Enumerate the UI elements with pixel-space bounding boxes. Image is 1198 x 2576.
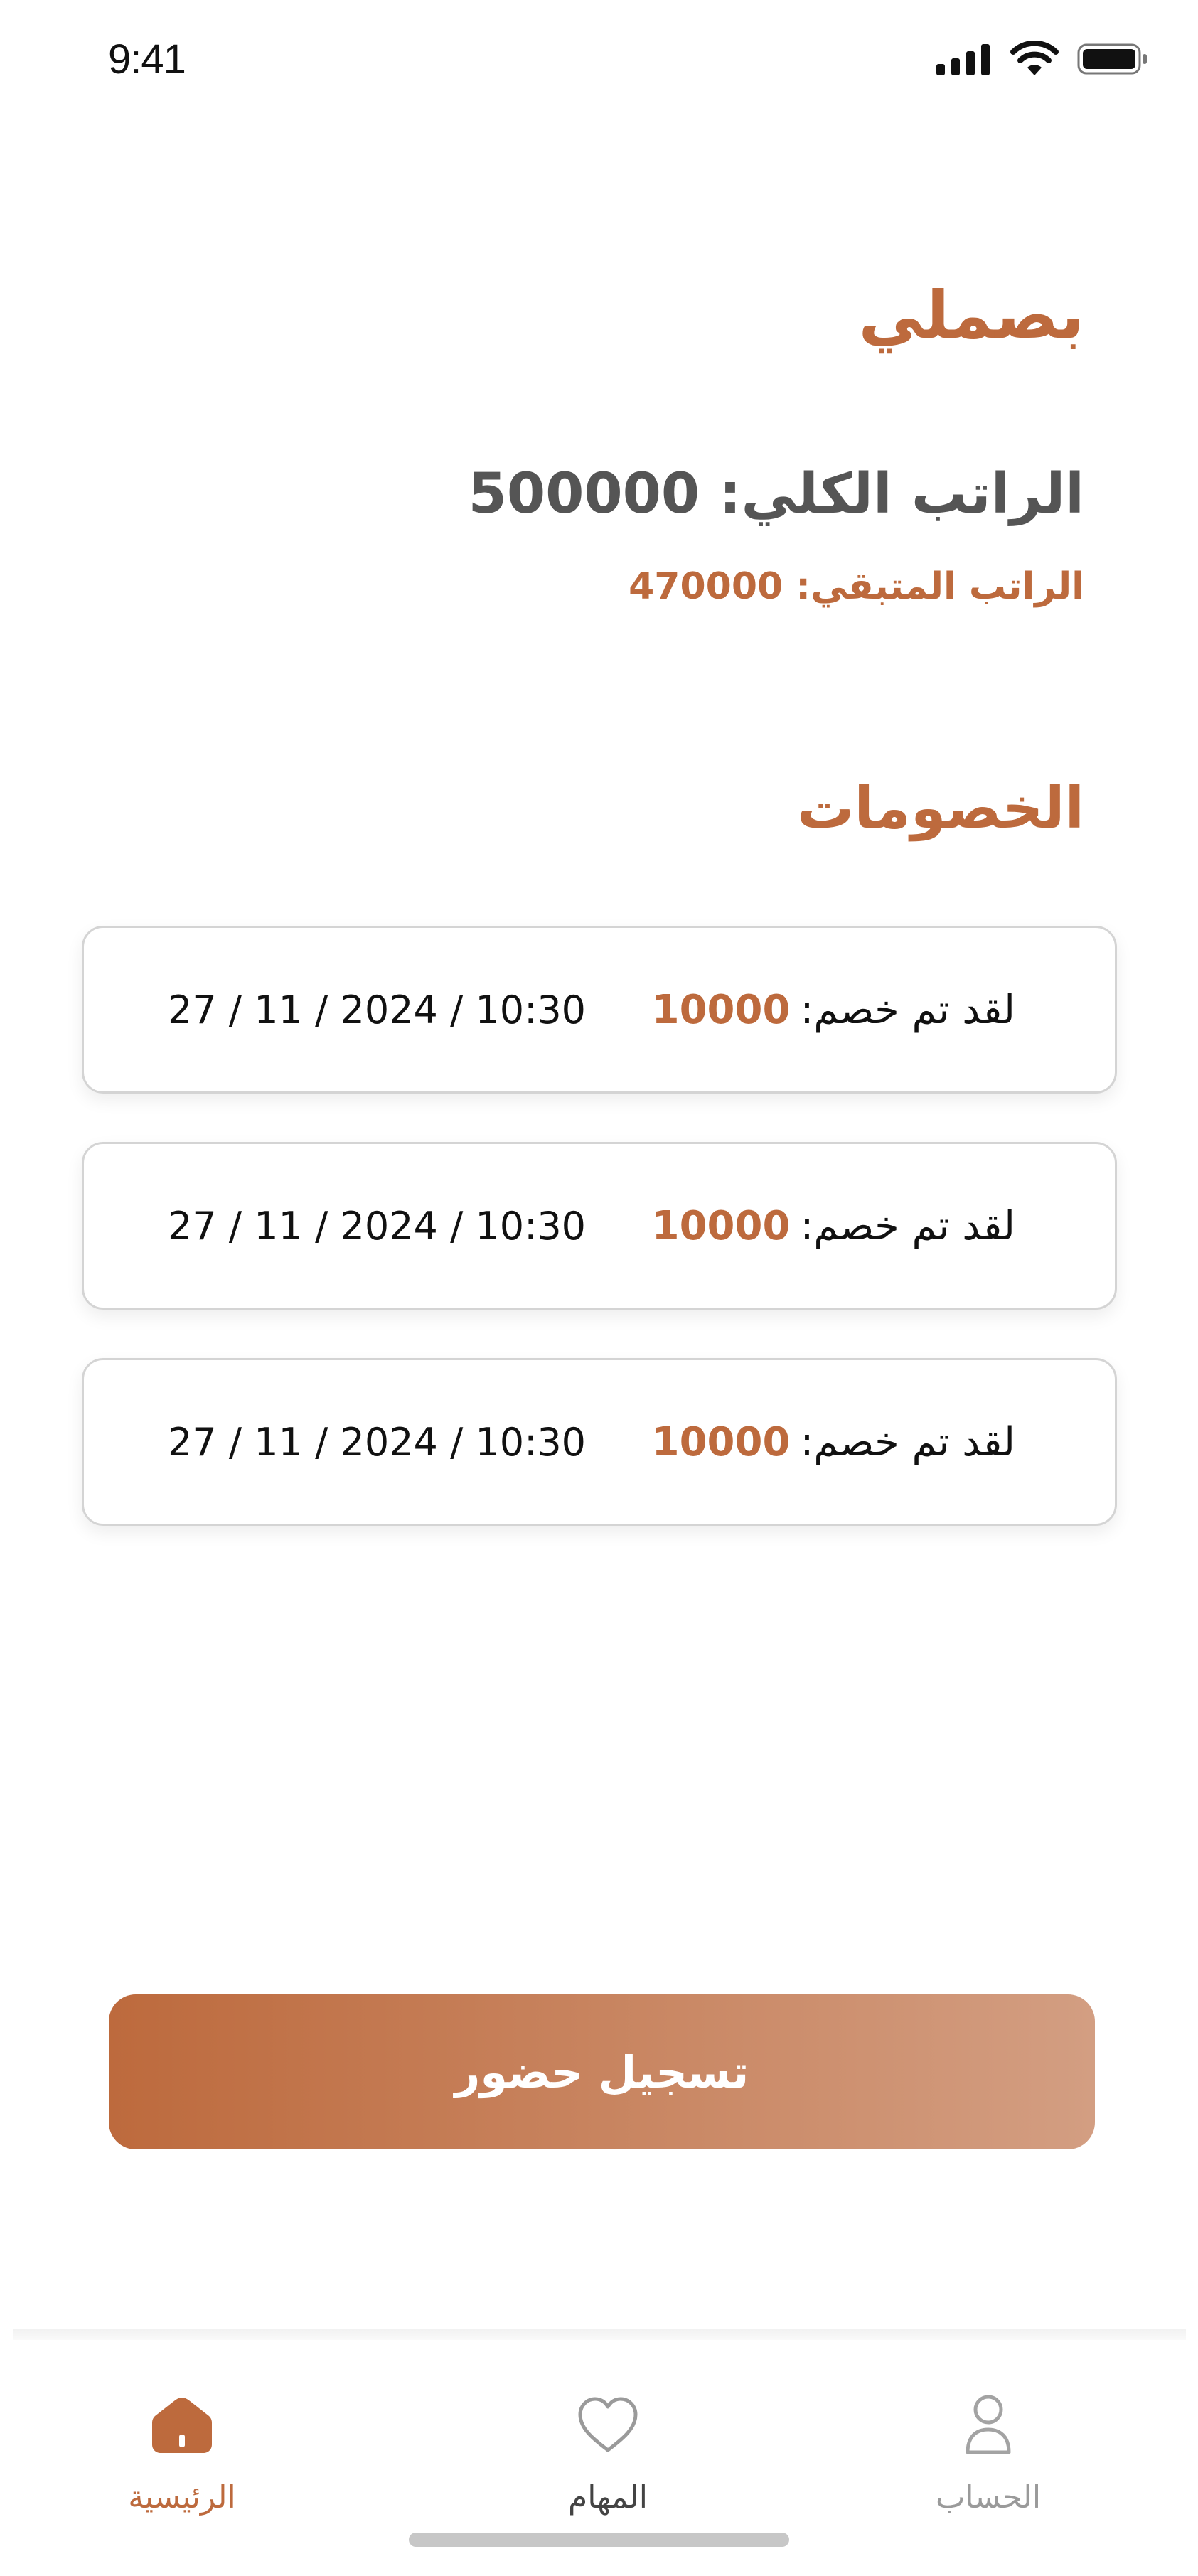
battery-icon — [1077, 43, 1147, 75]
deduction-card[interactable]: لقد تم خصم: 10000 27 / 11 / 2024 / 10:30 — [82, 926, 1117, 1094]
deduction-text: لقد تم خصم: 10000 — [652, 928, 1015, 1091]
deduction-text: لقد تم خصم: 10000 — [652, 1144, 1015, 1308]
signal-icon — [936, 44, 990, 75]
heart-icon — [576, 2385, 640, 2464]
deduction-date: 27 / 11 / 2024 / 10:30 — [168, 1419, 587, 1465]
total-salary: الراتب الكلي: 500000 — [468, 462, 1084, 526]
remaining-salary: الراتب المتبقي: 470000 — [629, 565, 1084, 608]
deduction-label: لقد تم خصم: — [800, 986, 1015, 1033]
tab-home[interactable]: الرئيسية — [54, 2385, 310, 2516]
deductions-list: لقد تم خصم: 10000 27 / 11 / 2024 / 10:30… — [82, 926, 1120, 1574]
status-time: 9:41 — [108, 36, 186, 82]
deduction-date: 27 / 11 / 2024 / 10:30 — [168, 987, 587, 1032]
tab-account-label: الحساب — [935, 2479, 1042, 2516]
tab-tasks[interactable]: المهام — [480, 2385, 736, 2516]
app-screen: 9:41 بصملي الراتب الكلي: 500000 الراتب ا… — [0, 0, 1198, 2576]
deduction-amount: 10000 — [651, 986, 791, 1033]
deduction-date: 27 / 11 / 2024 / 10:30 — [168, 1203, 587, 1249]
deduction-label: لقد تم خصم: — [800, 1202, 1015, 1249]
tab-bar-divider — [13, 2329, 1186, 2340]
tab-tasks-label: المهام — [568, 2479, 648, 2516]
deduction-label: لقد تم خصم: — [800, 1418, 1015, 1465]
attendance-button[interactable]: تسجيل حضور — [109, 1994, 1095, 2149]
user-icon — [963, 2385, 1013, 2464]
wifi-icon — [1010, 41, 1059, 75]
tab-account[interactable]: الحساب — [860, 2385, 1116, 2516]
deductions-title: الخصومات — [796, 775, 1084, 841]
deduction-card[interactable]: لقد تم خصم: 10000 27 / 11 / 2024 / 10:30 — [82, 1358, 1117, 1526]
deduction-amount: 10000 — [651, 1418, 791, 1465]
app-brand-title: بصملي — [858, 277, 1084, 353]
deduction-amount: 10000 — [651, 1202, 791, 1249]
deduction-text: لقد تم خصم: 10000 — [652, 1360, 1015, 1524]
status-icons — [936, 41, 1148, 77]
home-indicator — [409, 2533, 789, 2547]
tab-home-label: الرئيسية — [128, 2479, 236, 2516]
deduction-card[interactable]: لقد تم خصم: 10000 27 / 11 / 2024 / 10:30 — [82, 1142, 1117, 1310]
home-icon — [149, 2385, 215, 2464]
